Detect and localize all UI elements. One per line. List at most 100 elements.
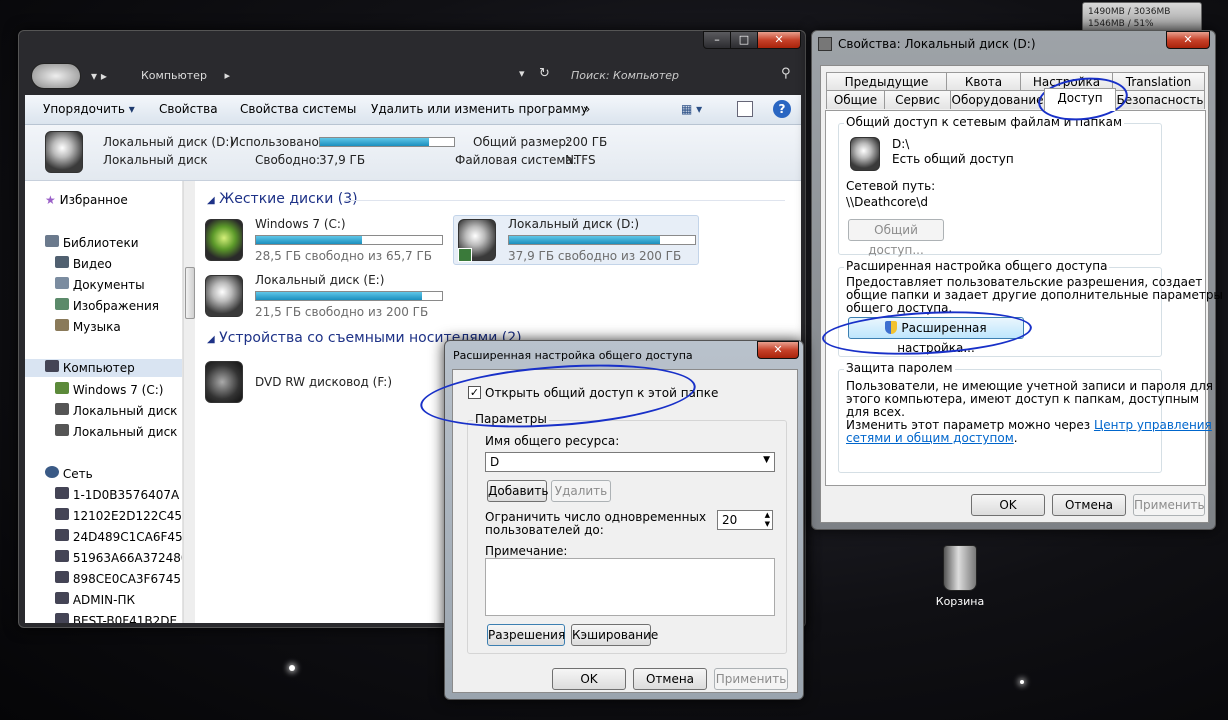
sidebar-item-video[interactable]: Видео <box>55 256 112 271</box>
help-icon[interactable]: ? <box>773 100 791 118</box>
sidebar-item-drive-d[interactable]: Локальный диск <box>55 403 177 418</box>
chevron-down-icon: ▼ <box>763 455 770 465</box>
cancel-button[interactable]: Отмена <box>1052 494 1126 516</box>
sidebar-item-host[interactable]: 24D489C1CA6F45 <box>55 529 182 544</box>
search-input[interactable]: Поиск: Компьютер <box>563 64 801 88</box>
share-name-select[interactable]: D ▼ <box>485 452 775 472</box>
drive-tile-e[interactable]: Локальный диск (E:) 21,5 ГБ свободно из … <box>199 271 445 321</box>
more-commands-button[interactable]: » <box>583 102 590 116</box>
uac-shield-icon <box>885 321 898 334</box>
properties-button[interactable]: Свойства <box>159 102 218 116</box>
sidebar-scrollbar[interactable] <box>183 181 195 623</box>
apply-button[interactable]: Применить <box>714 668 788 690</box>
add-button[interactable]: Добавить <box>487 480 548 502</box>
share-button[interactable]: Общий доступ... <box>848 219 944 257</box>
sidebar-item-drive-c[interactable]: Windows 7 (C:) <box>55 382 163 397</box>
group-label: Общий доступ к сетевым файлам и папкам <box>844 115 1124 129</box>
images-icon <box>55 298 69 310</box>
dialog-title: Свойства: Локальный диск (D:) <box>838 37 1036 51</box>
address-bar[interactable]: Компьютер ▸ <box>133 64 529 88</box>
recent-pages-icon[interactable]: ▾ ▸ <box>91 69 107 83</box>
gadget-line-1: 1490MB / 3036MB <box>1088 7 1171 17</box>
tab-general[interactable]: Общие <box>826 90 885 109</box>
network-path-label: Сетевой путь: <box>846 179 936 193</box>
network-center-link[interactable]: сетями и общим доступом <box>846 431 1014 445</box>
music-icon <box>55 319 69 331</box>
computer-icon <box>55 592 69 604</box>
preview-pane-icon[interactable] <box>737 101 753 117</box>
navigation-bar: ▾ ▸ Компьютер ▸ ▾ ↻ Поиск: Компьютер ⚲ <box>25 61 801 91</box>
remove-button[interactable]: Удалить <box>551 480 611 502</box>
system-properties-button[interactable]: Свойства системы <box>240 102 356 116</box>
tab-quota[interactable]: Квота <box>946 72 1021 91</box>
background-star <box>1020 680 1024 684</box>
tab-tools[interactable]: Сервис <box>884 90 951 109</box>
drive-name: Windows 7 (C:) <box>255 217 346 231</box>
dvd-drive-icon <box>205 361 243 403</box>
sidebar-item-host[interactable]: 51963A66A372480 <box>55 550 182 565</box>
close-button[interactable]: ✕ <box>757 31 801 49</box>
close-button[interactable]: ✕ <box>757 341 799 359</box>
comment-field[interactable] <box>485 558 775 616</box>
dvd-drive-tile[interactable]: DVD RW дисковод (F:) <box>199 357 445 407</box>
sidebar-item-host[interactable]: 12102E2D122C45 <box>55 508 182 523</box>
ok-button[interactable]: OK <box>971 494 1045 516</box>
recycle-bin-icon[interactable]: Корзина <box>925 545 995 608</box>
permissions-button[interactable]: Разрешения <box>487 624 565 646</box>
organize-button[interactable]: Упорядочить ▾ <box>43 102 135 116</box>
cancel-button[interactable]: Отмена <box>633 668 707 690</box>
refresh-icon[interactable]: ↻ <box>539 66 550 81</box>
sidebar-item-host[interactable]: BEST-B0F41B2DE <box>55 613 177 623</box>
sidebar-item-music[interactable]: Музыка <box>55 319 121 334</box>
advanced-sharing-button[interactable]: Расширенная настройка... <box>848 317 1024 355</box>
sidebar-item-drive-e[interactable]: Локальный диск <box>55 424 177 439</box>
comment-label: Примечание: <box>485 544 568 558</box>
drive-tile-c[interactable]: Windows 7 (C:) 28,5 ГБ свободно из 65,7 … <box>199 215 445 265</box>
properties-body: Предыдущие версии Квота Настройка Transl… <box>820 65 1223 523</box>
dropdown-icon[interactable]: ▾ <box>519 67 525 80</box>
computer-icon <box>55 571 69 583</box>
sidebar-item-host[interactable]: 898CE0CA3F6745 <box>55 571 181 586</box>
share-folder-checkbox[interactable]: ✓ <box>468 386 481 399</box>
uninstall-program-button[interactable]: Удалить или изменить программу <box>371 102 588 116</box>
tab-sharing[interactable]: Доступ <box>1044 88 1116 111</box>
sidebar-item-computer[interactable]: Компьютер <box>25 359 182 377</box>
group-header-hdd[interactable]: ◢ Жесткие диски (3) <box>207 191 358 207</box>
ok-button[interactable]: OK <box>552 668 626 690</box>
chevron-down-icon: ◢ <box>207 334 215 345</box>
tab-translation[interactable]: Translation <box>1112 72 1205 91</box>
sidebar-item-libraries[interactable]: Библиотеки <box>45 235 139 250</box>
group-label: Расширенная настройка общего доступа <box>844 259 1110 273</box>
drive-icon <box>205 275 243 317</box>
close-button[interactable]: ✕ <box>1166 31 1210 49</box>
maximize-button[interactable]: □ <box>730 31 758 49</box>
apply-button[interactable]: Применить <box>1133 494 1205 516</box>
tab-previous-versions[interactable]: Предыдущие версии <box>826 72 947 107</box>
tab-hardware[interactable]: Оборудование <box>950 90 1045 109</box>
sidebar-item-host[interactable]: 1-1D0B3576407A <box>55 487 179 502</box>
network-icon <box>45 466 59 478</box>
sidebar-item-images[interactable]: Изображения <box>55 298 159 313</box>
tab-security[interactable]: Безопасность <box>1115 90 1205 109</box>
drive-name: Локальный диск (E:) <box>255 273 385 287</box>
scrollbar-thumb[interactable] <box>185 267 195 319</box>
view-options-icon[interactable]: ▦ ▾ <box>681 102 702 116</box>
drive-usage-bar <box>508 235 696 245</box>
network-center-link[interactable]: Центр управления <box>1094 418 1212 432</box>
user-limit-spinner[interactable]: 20 ▲ ▼ <box>717 510 773 530</box>
search-icon[interactable]: ⚲ <box>781 66 791 81</box>
selected-drive-name: Локальный диск (D:) <box>103 135 235 149</box>
drive-usage-bar <box>255 291 443 301</box>
back-button[interactable] <box>31 63 81 89</box>
caching-button[interactable]: Кэширование <box>571 624 658 646</box>
drive-tile-d[interactable]: Локальный диск (D:) 37,9 ГБ свободно из … <box>453 215 699 265</box>
sidebar-item-favorites[interactable]: ★ Избранное <box>45 193 128 207</box>
sidebar-item-documents[interactable]: Документы <box>55 277 145 292</box>
spin-arrows-icon[interactable]: ▲ ▼ <box>765 511 770 529</box>
breadcrumb: Компьютер <box>141 69 207 82</box>
group-label: Параметры <box>473 412 549 426</box>
computer-icon <box>55 529 69 541</box>
sidebar-item-host[interactable]: ADMIN-ПК <box>55 592 135 607</box>
minimize-button[interactable]: – <box>703 31 731 49</box>
sidebar-item-network[interactable]: Сеть <box>45 466 93 481</box>
